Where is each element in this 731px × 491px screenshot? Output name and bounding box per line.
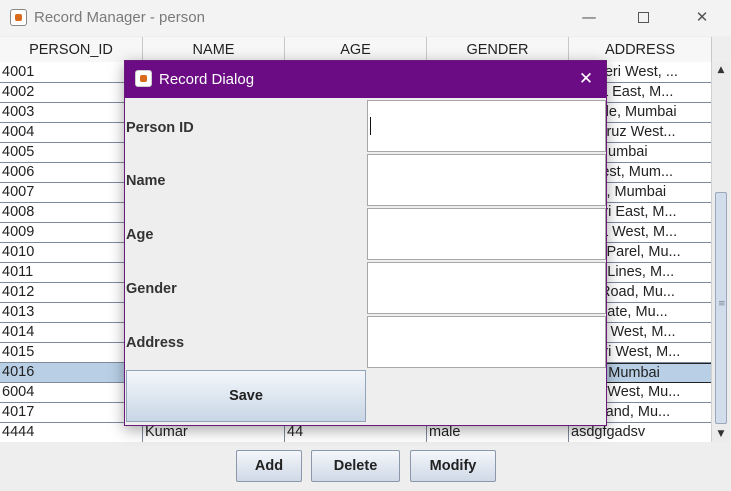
save-button[interactable]: Save xyxy=(126,370,366,422)
java-dialog-icon xyxy=(135,70,152,87)
table-cell-id[interactable]: 4008 xyxy=(0,203,143,223)
person-id-label: Person ID xyxy=(126,120,194,136)
table-cell-id[interactable]: 4017 xyxy=(0,403,143,423)
scrollbar-grip-icon: ≡ xyxy=(718,299,726,309)
table-cell-id[interactable]: 4009 xyxy=(0,223,143,243)
table-cell-id[interactable]: 4002 xyxy=(0,83,143,103)
table-cell-id[interactable]: 4013 xyxy=(0,303,143,323)
address-input[interactable] xyxy=(367,316,606,368)
person-id-input[interactable] xyxy=(367,100,606,152)
java-app-icon xyxy=(10,9,27,26)
window-title: Record Manager - person xyxy=(34,9,205,26)
gender-input[interactable] xyxy=(367,262,606,314)
table-header: PERSON_ID NAME AGE GENDER ADDRESS xyxy=(0,37,712,62)
table-cell-id[interactable]: 4011 xyxy=(0,263,143,283)
button-bar: Add Delete Modify xyxy=(0,443,731,491)
table-cell-id[interactable]: 4016 xyxy=(0,363,143,383)
table-cell-id[interactable]: 4004 xyxy=(0,123,143,143)
column-header-gender[interactable]: GENDER xyxy=(427,37,569,62)
table-cell-id[interactable]: 6004 xyxy=(0,383,143,403)
table-cell-id[interactable]: 4010 xyxy=(0,243,143,263)
dialog-title: Record Dialog xyxy=(159,71,255,88)
table-cell-id[interactable]: 4003 xyxy=(0,103,143,123)
address-label: Address xyxy=(126,335,185,351)
table-cell-id[interactable]: 4006 xyxy=(0,163,143,183)
add-button[interactable]: Add xyxy=(236,450,302,482)
age-input[interactable] xyxy=(367,208,606,260)
table-cell-id[interactable]: 4015 xyxy=(0,343,143,363)
scroll-up-arrow[interactable]: ▲ xyxy=(712,62,730,78)
gender-label: Gender xyxy=(126,281,177,297)
scroll-down-arrow[interactable]: ▼ xyxy=(712,426,730,442)
dialog-close-button[interactable]: ✕ xyxy=(573,67,599,91)
maximize-icon xyxy=(637,12,649,23)
minimize-button[interactable]: — xyxy=(566,0,612,36)
table-cell-id[interactable]: 4012 xyxy=(0,283,143,303)
table-cell-id[interactable]: 4007 xyxy=(0,183,143,203)
text-caret xyxy=(370,117,371,135)
record-dialog: Record Dialog ✕ Person ID Name Age Gende… xyxy=(124,60,607,426)
column-header-address[interactable]: ADDRESS xyxy=(569,37,712,62)
table-cell-id[interactable]: 4444 xyxy=(0,423,143,442)
dialog-form: Person ID Name Age Gender Address Save xyxy=(125,98,606,425)
column-header-person-id[interactable]: PERSON_ID xyxy=(0,37,143,62)
dialog-titlebar[interactable]: Record Dialog ✕ xyxy=(125,61,606,98)
column-header-name[interactable]: NAME xyxy=(143,37,285,62)
table-cell-id[interactable]: 4001 xyxy=(0,63,143,83)
table-cell-id[interactable]: 4005 xyxy=(0,143,143,163)
close-window-button[interactable]: ✕ xyxy=(679,0,725,36)
name-label: Name xyxy=(126,173,166,189)
delete-button[interactable]: Delete xyxy=(311,450,400,482)
age-label: Age xyxy=(126,227,154,243)
scrollbar-thumb[interactable]: ≡ xyxy=(715,192,727,424)
modify-button[interactable]: Modify xyxy=(410,450,496,482)
vertical-scrollbar[interactable]: ▲ ≡ ▼ xyxy=(711,62,730,442)
column-header-age[interactable]: AGE xyxy=(285,37,427,62)
maximize-button[interactable] xyxy=(620,0,666,36)
table-cell-id[interactable]: 4014 xyxy=(0,323,143,343)
window-titlebar[interactable]: Record Manager - person — ✕ xyxy=(0,0,731,36)
name-input[interactable] xyxy=(367,154,606,206)
